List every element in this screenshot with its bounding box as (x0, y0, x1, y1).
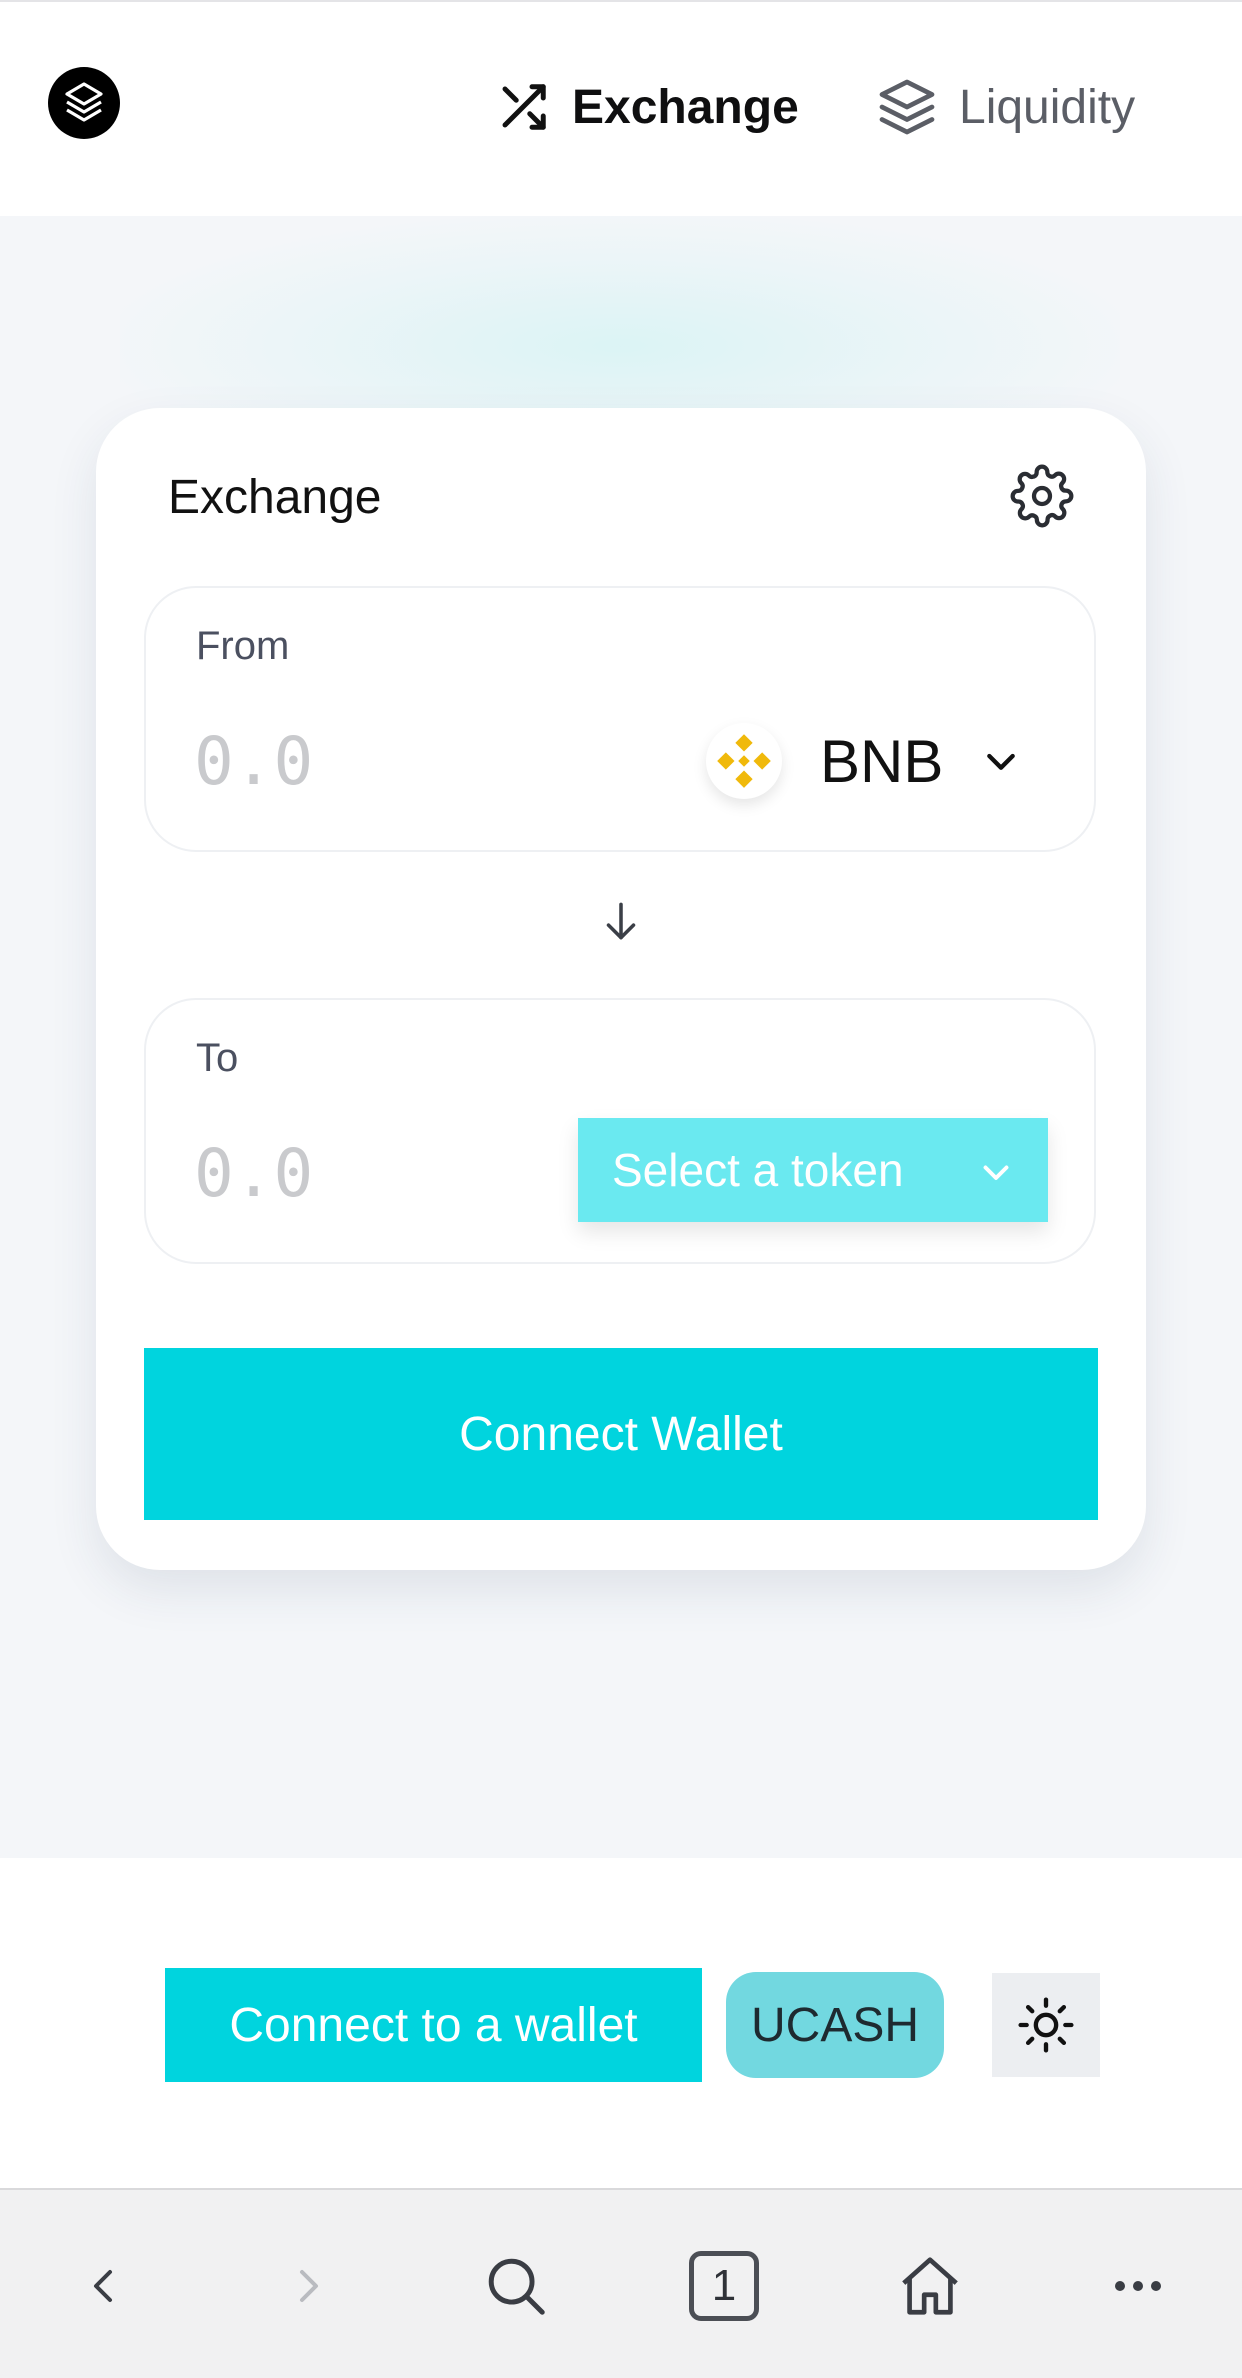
layers-icon (879, 79, 935, 135)
search-icon[interactable] (476, 2246, 556, 2326)
shuffle-icon (502, 84, 546, 130)
ucash-badge-button[interactable]: UCASH (726, 1972, 944, 2078)
from-label: From (196, 624, 290, 668)
from-panel: From BNB (144, 586, 1096, 852)
theme-toggle-button[interactable] (992, 1973, 1100, 2077)
more-icon[interactable] (1098, 2246, 1178, 2326)
chevron-down-icon (983, 1165, 1009, 1180)
chevron-down-icon (987, 753, 1016, 770)
card-title: Exchange (168, 471, 382, 524)
app-header: Exchange Liquidity (0, 2, 1242, 216)
forward-icon[interactable] (268, 2246, 348, 2326)
logo-icon[interactable] (48, 67, 120, 139)
to-label: To (196, 1036, 239, 1080)
select-token-label: Select a token (612, 1144, 904, 1196)
home-icon[interactable] (890, 2246, 970, 2326)
select-token-button[interactable]: Select a token (578, 1118, 1048, 1222)
tabs-icon[interactable]: 1 (684, 2246, 764, 2326)
gear-icon[interactable] (1010, 464, 1074, 528)
to-panel: To Select a token (144, 998, 1096, 1264)
arrow-down-icon[interactable] (596, 896, 646, 946)
to-amount-input[interactable] (194, 1128, 614, 1218)
tab-count: 1 (689, 2251, 759, 2321)
sun-icon (1018, 1997, 1074, 2053)
connect-to-wallet-button[interactable]: Connect to a wallet (165, 1968, 702, 2082)
nav-liquidity[interactable]: Liquidity (877, 77, 1135, 137)
app-footer: Connect to a wallet UCASH (0, 1858, 1242, 2188)
main-area: Exchange From 0.0 BNB To 0.0 Select a to… (0, 216, 1242, 1858)
nav-liquidity-label: Liquidity (959, 80, 1136, 134)
nav-exchange-label: Exchange (572, 80, 799, 134)
exchange-card: Exchange From 0.0 BNB To 0.0 Select a to… (96, 408, 1146, 1570)
back-icon[interactable] (64, 2246, 144, 2326)
connect-wallet-button[interactable]: Connect Wallet (144, 1348, 1098, 1520)
from-token-symbol: BNB (820, 727, 944, 795)
from-token-select[interactable]: BNB (706, 706, 1021, 816)
bnb-icon (706, 723, 782, 799)
browser-toolbar: 1 (0, 2188, 1242, 2378)
nav-exchange[interactable]: Exchange (496, 77, 799, 137)
from-amount-input[interactable] (194, 716, 614, 806)
